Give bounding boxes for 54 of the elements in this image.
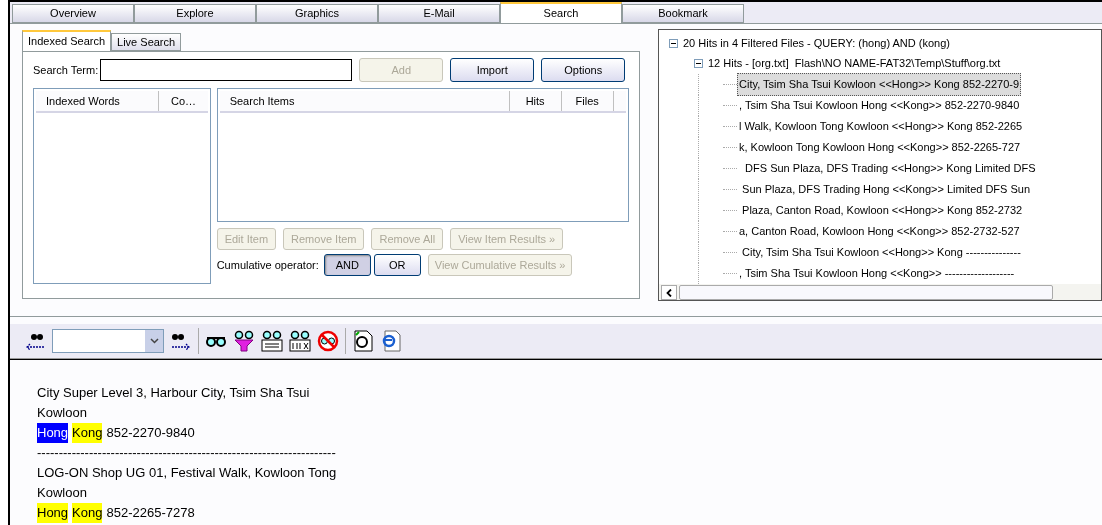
find-next-icon[interactable] xyxy=(170,331,192,351)
no-view-icon[interactable] xyxy=(317,330,339,352)
column-header[interactable]: Files xyxy=(561,91,614,111)
tab[interactable]: Indexed Search xyxy=(22,30,112,51)
search-field[interactable] xyxy=(100,59,353,81)
tree-item[interactable]: Plaza, Canton Road, Kowloon <<Hong>> Kong 852-2732 xyxy=(737,200,1025,221)
collapse-icon[interactable] xyxy=(669,38,678,48)
toggle-button[interactable]: AND xyxy=(323,254,371,276)
dropdown-caret-icon[interactable] xyxy=(145,330,163,352)
column-header[interactable]: Hits xyxy=(509,91,562,111)
scroll-left-button[interactable] xyxy=(661,285,677,300)
tree-item[interactable]: l Walk, Kowloon Tong Kowloon <<Hong>> Kong 852-2265 xyxy=(737,116,1025,137)
tab[interactable]: Live Search xyxy=(111,33,182,51)
tab[interactable]: Overview xyxy=(12,4,134,23)
toggle-button[interactable]: OR xyxy=(373,254,421,276)
tab[interactable]: Graphics xyxy=(256,4,378,23)
tab[interactable]: E-Mail xyxy=(378,4,500,23)
tree-item[interactable]: 20 Hits in 4 Filtered Files - QUERY: (hong) AND (kong) xyxy=(683,32,950,54)
column-header[interactable]: Co… xyxy=(159,91,197,111)
field-label: Search Term: xyxy=(33,62,99,78)
text-view-icon[interactable] xyxy=(261,330,283,352)
filter-glasses-icon[interactable] xyxy=(233,330,255,352)
preview-line: City Super Level 3, Harbour City, Tsim Sha Tsui xyxy=(37,384,310,402)
tree-item[interactable]: City, Tsim Sha Tsui Kowloon <<Hong>> Kong 852-2270-9 xyxy=(737,73,1022,96)
preview-line: Hong Kong 852-2270-9840 xyxy=(37,423,195,443)
find-previous-icon[interactable] xyxy=(24,331,46,351)
tree-item[interactable]: a, Canton Road, Kowloon Hong <<Kong>> 852-2732-527 xyxy=(737,221,1022,242)
column-header[interactable]: Indexed Words xyxy=(36,91,159,111)
button[interactable]: Options xyxy=(541,58,626,82)
tab[interactable]: Bookmark xyxy=(622,4,744,23)
horizontal-scrollbar[interactable] xyxy=(659,284,1101,300)
scroll-thumb[interactable] xyxy=(679,285,1053,300)
tree-item[interactable]: , Tsim Sha Tsui Kowloon Hong <<Kong>> ------------------- xyxy=(737,263,1017,284)
preview-line: Kowloon xyxy=(37,404,87,422)
preview-line: --------------------------------------------------------------------- xyxy=(37,444,336,462)
search-dropdown[interactable] xyxy=(52,329,164,353)
document-icon[interactable] xyxy=(352,329,374,353)
preview-line: Hong Kong 852-2265-7278 xyxy=(37,503,195,523)
tree-item[interactable]: Sun Plaza, DFS Trading Hong <<Kong>> Limited DFS Sun xyxy=(737,179,1033,200)
operator-label: Cumulative operator: xyxy=(216,257,319,273)
web-page-icon[interactable] xyxy=(380,329,402,353)
tree-item[interactable]: City, Tsim Sha Tsui Kowloon <<Hong>> Kong --------------- xyxy=(737,242,1023,263)
tab[interactable]: Explore xyxy=(134,4,256,23)
tree-item[interactable]: , Tsim Sha Tsui Kowloon Hong <<Kong>> 852-2270-9840 xyxy=(737,95,1022,116)
button[interactable]: Import xyxy=(450,58,535,82)
tree-item[interactable]: 12 Hits - [org.txt] Flash\NO NAME-FAT32\Temp\Stuff\org.txt xyxy=(708,53,1001,74)
hex-view-icon[interactable] xyxy=(289,330,311,352)
collapse-icon[interactable] xyxy=(694,59,703,68)
preview-line: Kowloon xyxy=(37,484,87,502)
tree-item[interactable]: DFS Sun Plaza, DFS Trading <<Hong>> Kong Limited DFS xyxy=(737,158,1038,179)
tree-item[interactable]: k, Kowloon Tong Kowloon Hong <<Kong>> 852-2265-727 xyxy=(737,137,1023,158)
tab[interactable]: Search xyxy=(500,2,622,23)
column-header[interactable]: Search Items xyxy=(219,91,510,111)
preview-line: LOG-ON Shop UG 01, Festival Walk, Kowloon Tong xyxy=(37,464,337,482)
